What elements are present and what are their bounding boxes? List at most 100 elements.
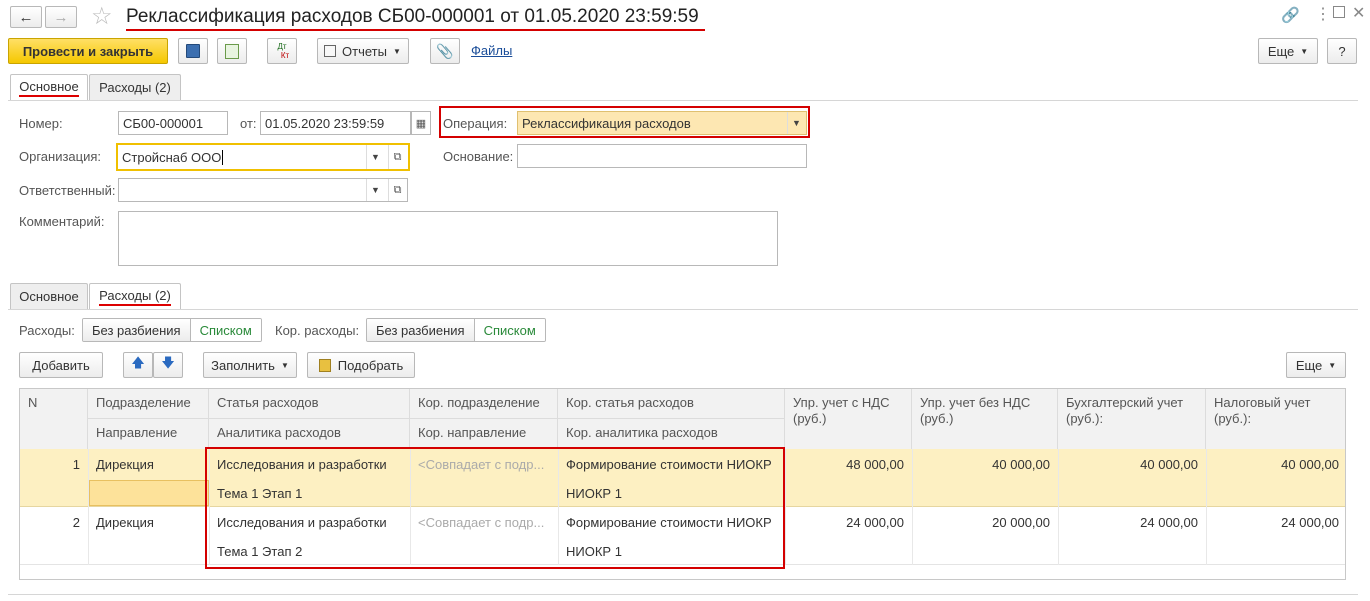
tab-label: Расходы (2) <box>99 288 171 306</box>
col-divider <box>88 449 89 565</box>
table-cell-dept[interactable]: Дирекция <box>88 449 209 479</box>
basis-field[interactable] <box>517 144 807 168</box>
no-split-option[interactable]: Без разбиения <box>83 319 190 341</box>
move-down-button[interactable]: 🡇 <box>153 352 183 378</box>
dt-kt-icon-bottom: Кт <box>280 51 290 60</box>
col-header-mgmt-novat[interactable]: Упр. учет без НДС (руб.) <box>912 389 1058 449</box>
table-cell-kor-analytics[interactable]: НИОКР 1 <box>558 479 785 507</box>
table-cell-dept[interactable]: Дирекция <box>88 507 209 537</box>
kor-expenses-mode-switch[interactable]: Без разбиения Списком <box>366 318 546 342</box>
table-cell-kor-item[interactable]: Формирование стоимости НИОКР <box>558 449 785 479</box>
col-header-kor-dept[interactable]: Кор. подразделение <box>410 389 558 419</box>
chevron-down-icon[interactable]: ▼ <box>366 145 384 169</box>
col-header-acc[interactable]: Бухгалтерский учет (руб.): <box>1058 389 1206 449</box>
arrow-down-icon: 🡇 <box>161 355 175 370</box>
chevron-down-icon[interactable]: ▼ <box>787 112 805 134</box>
table-cell-mgmt-vat[interactable]: 24 000,00 <box>785 507 912 537</box>
table-cell-tax[interactable]: 40 000,00 <box>1206 449 1345 479</box>
comment-label: Комментарий: <box>19 214 105 229</box>
col-header-item[interactable]: Статья расходов <box>209 389 410 419</box>
list-option[interactable]: Списком <box>189 319 261 341</box>
table-cell-tax[interactable]: 24 000,00 <box>1206 507 1345 537</box>
star-icon[interactable]: ☆ <box>91 2 113 31</box>
tab-main-top[interactable]: Основное <box>10 74 88 100</box>
organization-label: Организация: <box>19 149 102 164</box>
table-cell-kor-dept[interactable]: <Совпадает с подр... <box>410 449 558 479</box>
organization-value: Стройснаб ООО <box>122 149 222 165</box>
table-cell-mgmt-vat[interactable]: 48 000,00 <box>785 449 912 479</box>
col-header-kor-analytics[interactable]: Кор. аналитика расходов <box>558 419 785 449</box>
operation-select[interactable]: Реклассификация расходов <box>517 111 807 135</box>
more-vertical-icon[interactable]: ⋮ <box>1315 4 1331 24</box>
col-divider <box>209 449 210 565</box>
tab-expenses-top[interactable]: Расходы (2) <box>89 74 181 100</box>
table-cell-analytics[interactable]: Тема 1 Этап 1 <box>209 479 410 507</box>
post-document-icon <box>225 43 239 59</box>
table-cell-n: 1 <box>72 456 80 472</box>
row-1-direction-cell-active[interactable] <box>89 480 209 506</box>
help-button[interactable]: ? <box>1327 38 1357 64</box>
col-header-analytics[interactable]: Аналитика расходов <box>209 419 410 449</box>
col-header-kor-item[interactable]: Кор. статья расходов <box>558 389 785 419</box>
expenses-table[interactable]: N Подразделение Направление Статья расхо… <box>19 388 1346 580</box>
reports-button[interactable]: Отчеты ▼ <box>317 38 409 64</box>
fill-label: Заполнить <box>211 357 275 373</box>
close-icon[interactable]: ✕ <box>1352 3 1365 23</box>
col-header-dept[interactable]: Подразделение <box>88 389 209 419</box>
attach-button[interactable]: 📎 <box>430 38 460 64</box>
expenses-mode-switch[interactable]: Без разбиения Списком <box>82 318 262 342</box>
add-button[interactable]: Добавить <box>19 352 103 378</box>
table-cell-mgmt-novat[interactable]: 20 000,00 <box>912 507 1058 537</box>
date-field[interactable]: 01.05.2020 23:59:59 <box>260 111 411 135</box>
responsible-field[interactable] <box>118 178 408 202</box>
table-cell-item[interactable]: Исследования и разработки <box>209 507 410 537</box>
back-button[interactable]: ← <box>10 6 42 28</box>
table-cell-acc[interactable]: 40 000,00 <box>1058 449 1206 479</box>
open-form-icon[interactable]: ⧉ <box>388 145 406 169</box>
more-button[interactable]: Еще ▼ <box>1258 38 1318 64</box>
link-icon[interactable]: 🔗 <box>1281 6 1300 24</box>
table-cell-acc[interactable]: 24 000,00 <box>1058 507 1206 537</box>
col-header-tax[interactable]: Налоговый учет (руб.): <box>1206 389 1345 449</box>
table-cell-kor-analytics[interactable]: НИОКР 1 <box>558 537 785 565</box>
number-field[interactable]: СБ00-000001 <box>118 111 228 135</box>
forward-button[interactable]: → <box>45 6 77 28</box>
paperclip-icon: 📎 <box>436 42 454 59</box>
kor-list-option[interactable]: Списком <box>473 319 545 341</box>
pick-label: Подобрать <box>337 357 404 373</box>
tab-label: Основное <box>19 289 79 304</box>
tab-main-bottom[interactable]: Основное <box>10 283 88 309</box>
chevron-down-icon: ▼ <box>280 360 289 370</box>
col-header-n[interactable]: N <box>20 389 88 449</box>
table-more-button[interactable]: Еще ▼ <box>1286 352 1346 378</box>
fill-button[interactable]: Заполнить ▼ <box>203 352 297 378</box>
floppy-disk-icon <box>186 44 200 58</box>
dt-kt-button[interactable]: Дт Кт <box>267 38 297 64</box>
table-cell-kor-dept[interactable]: <Совпадает с подр... <box>410 507 558 537</box>
chevron-down-icon[interactable]: ▼ <box>366 179 384 201</box>
post-button[interactable] <box>217 38 247 64</box>
col-header-mgmt-vat[interactable]: Упр. учет с НДС (руб.) <box>785 389 912 449</box>
col-header-direction[interactable]: Направление <box>88 419 209 449</box>
move-up-button[interactable]: 🡅 <box>123 352 153 378</box>
save-button[interactable] <box>178 38 208 64</box>
table-cell-kor-item[interactable]: Формирование стоимости НИОКР <box>558 507 785 537</box>
open-form-icon[interactable]: ⧉ <box>388 179 406 201</box>
tab-expenses-bottom[interactable]: Расходы (2) <box>89 283 181 309</box>
calendar-icon[interactable]: ▦ <box>411 111 431 135</box>
arrow-up-icon: 🡅 <box>131 355 145 370</box>
table-cell-item[interactable]: Исследования и разработки <box>209 449 410 479</box>
table-cell-n: 2 <box>72 514 80 530</box>
post-and-close-button[interactable]: Провести и закрыть <box>8 38 168 64</box>
pick-button[interactable]: Подобрать <box>307 352 415 378</box>
maximize-icon[interactable] <box>1333 6 1345 18</box>
kor-no-split-option[interactable]: Без разбиения <box>367 319 474 341</box>
responsible-label: Ответственный: <box>19 183 116 198</box>
table-cell-mgmt-novat[interactable]: 40 000,00 <box>912 449 1058 479</box>
chevron-down-icon: ▼ <box>1300 46 1309 56</box>
files-link[interactable]: Файлы <box>471 43 512 58</box>
table-cell-analytics[interactable]: Тема 1 Этап 2 <box>209 537 410 565</box>
col-header-kor-direction[interactable]: Кор. направление <box>410 419 558 449</box>
page-title: Реклассификация расходов СБ00-000001 от … <box>126 6 699 27</box>
comment-field[interactable] <box>118 211 778 266</box>
